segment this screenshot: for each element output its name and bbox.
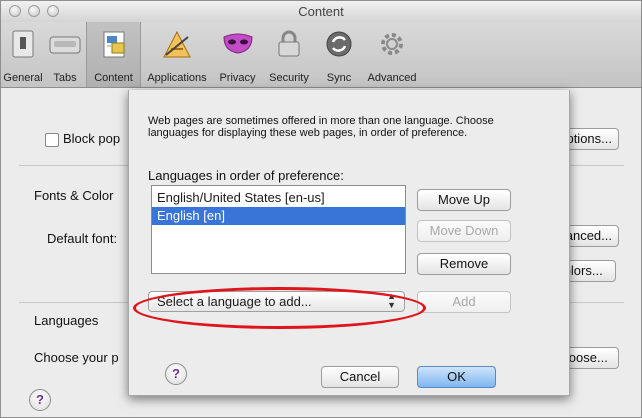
security-lock-icon [278, 30, 300, 57]
add-button[interactable]: Add [417, 291, 511, 313]
list-item[interactable]: English/United States [en-us] [152, 189, 405, 207]
tab-security[interactable]: Security [263, 22, 315, 87]
tabs-icon [49, 36, 81, 54]
tab-applications-label: Applications [147, 72, 207, 84]
cancel-button[interactable]: Cancel [321, 366, 399, 388]
languages-list[interactable]: English/United States [en-us] English [e… [151, 185, 406, 274]
tab-advanced[interactable]: Advanced [362, 22, 422, 87]
advanced-gear-icon [381, 33, 403, 55]
annotation-oval [133, 287, 426, 329]
sheet-description: Web pages are sometimes offered in more … [148, 115, 494, 139]
choose-languages-label: Choose your p [34, 350, 119, 365]
sheet-help-button[interactable]: ? [165, 363, 187, 385]
block-popups-checkbox[interactable] [45, 133, 59, 147]
tab-general[interactable]: General [3, 22, 43, 87]
remove-button[interactable]: Remove [417, 253, 511, 275]
sync-icon [326, 31, 352, 57]
tab-privacy[interactable]: Privacy [214, 22, 261, 87]
title-bar: Content [1, 1, 641, 22]
languages-heading: Languages [34, 313, 99, 328]
tab-content-label: Content [94, 72, 133, 84]
tab-privacy-label: Privacy [219, 72, 256, 84]
tab-content[interactable]: Content [86, 22, 141, 87]
applications-icon [163, 30, 191, 58]
tab-sync[interactable]: Sync [317, 22, 361, 87]
pane-help-button[interactable]: ? [29, 389, 51, 411]
content-page-icon [103, 31, 124, 58]
tab-tabs-label: Tabs [53, 72, 77, 84]
tab-security-label: Security [269, 72, 309, 84]
default-font-label: Default font: [47, 231, 118, 246]
fonts-colors-heading: Fonts & Color [34, 188, 114, 203]
privacy-mask-icon [222, 33, 253, 54]
tab-advanced-label: Advanced [367, 72, 417, 84]
block-popups-label: Block pop [63, 131, 121, 146]
toolbar: General Tabs Content Applications Privac… [1, 22, 641, 88]
tab-general-label: General [3, 72, 43, 84]
general-switch-icon [12, 30, 34, 58]
tab-applications[interactable]: Applications [141, 22, 213, 87]
list-item-selected[interactable]: English [en] [152, 207, 405, 225]
languages-sheet: Web pages are sometimes offered in more … [128, 90, 570, 396]
move-up-button[interactable]: Move Up [417, 189, 511, 211]
window-title: Content [298, 4, 344, 19]
tab-tabs[interactable]: Tabs [45, 22, 85, 87]
tab-sync-label: Sync [326, 72, 352, 84]
move-down-button[interactable]: Move Down [417, 220, 511, 242]
languages-list-heading: Languages in order of preference: [148, 168, 344, 183]
preferences-window: Content General Tabs Content Application… [0, 0, 642, 418]
ok-button[interactable]: OK [417, 366, 496, 388]
